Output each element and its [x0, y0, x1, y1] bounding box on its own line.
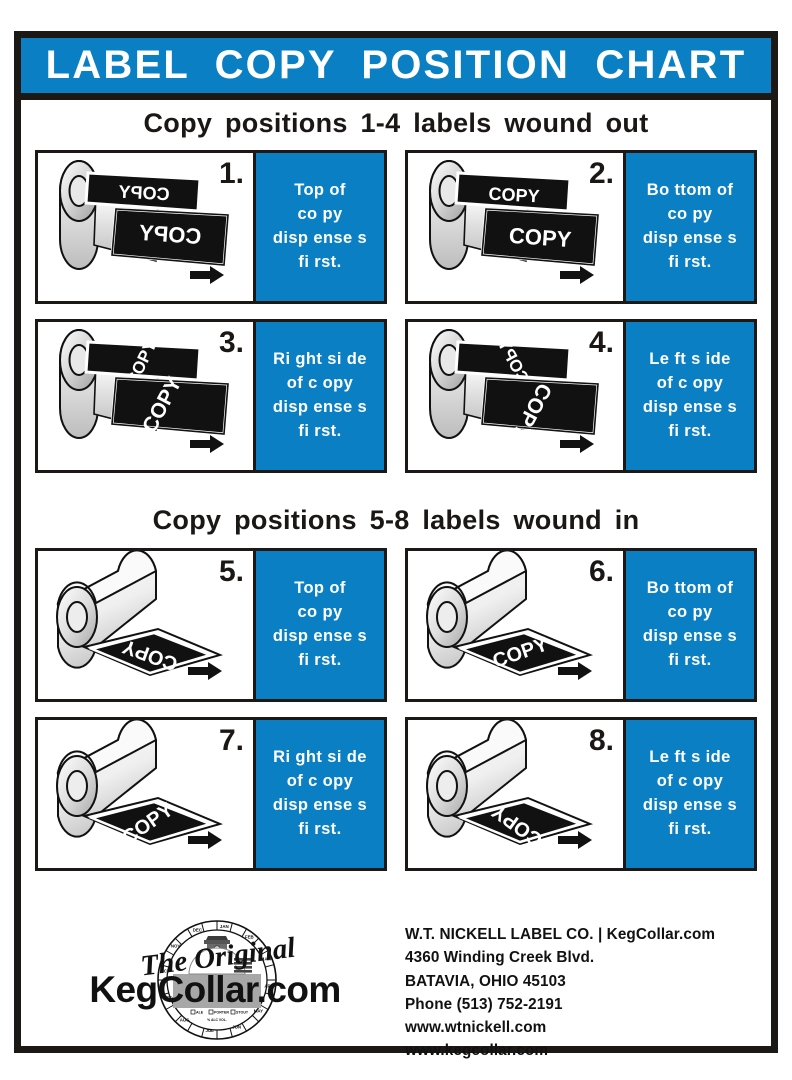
caption-line: disp ense s: [272, 627, 368, 645]
panel-grid-wound-in: 5. COPY Top of co py disp ense s fi rst.…: [35, 548, 757, 871]
caption-line: fi rst.: [668, 819, 712, 838]
caption-line: disp ense s: [272, 229, 368, 247]
panel-3-artwork: 3. COPY COPY: [38, 322, 256, 470]
caption-line: disp ense s: [272, 796, 368, 814]
caption-line: Ri ght si de: [273, 748, 367, 767]
roll-illustration-wound-out: COPY COPY: [429, 329, 600, 453]
roll-illustration-wound-out: COPY COPY: [59, 160, 230, 284]
panel-7-caption: Ri ght si de of c opy disp ense s fi rst…: [256, 720, 384, 868]
caption-line: disp ense s: [642, 627, 738, 645]
panel-6-caption: Bo ttom of co py disp ense s fi rst.: [626, 551, 754, 699]
panel-7-artwork: 7. COPY: [38, 720, 256, 868]
company-phone: Phone (513) 752-2191: [405, 995, 563, 1013]
caption-line: Top of: [294, 579, 346, 598]
company-info-block: W.T. NICKELL LABEL CO. | KegCollar.com 4…: [405, 918, 715, 1063]
section-heading-wound-out: Copy positions 1-4 labels wound out: [143, 108, 649, 138]
panel-6-artwork: 6. COPY: [408, 551, 626, 699]
roll-illustration-wound-in: COPY: [426, 720, 594, 851]
caption-line: fi rst.: [298, 650, 342, 669]
svg-text:JUL: JUL: [206, 1028, 215, 1033]
panel-4[interactable]: 4. COPY COPY Le ft s ide of c opy disp e…: [405, 319, 757, 473]
panel-2[interactable]: 2. COPY COPY Bo ttom of co py disp ense …: [405, 150, 757, 304]
caption-line: Top of: [294, 181, 346, 200]
caption-line: fi rst.: [298, 421, 342, 440]
roll-illustration-wound-out: COPY COPY: [429, 160, 600, 284]
panel-1-artwork: 1. COPY COPY: [38, 153, 256, 301]
svg-text:PORTER: PORTER: [214, 1011, 229, 1015]
caption-line: fi rst.: [668, 421, 712, 440]
company-city-state-zip: BATAVIA, OHIO 45103: [405, 972, 566, 990]
panel-1-caption: Top of co py disp ense s fi rst.: [256, 153, 384, 301]
caption-line: disp ense s: [272, 398, 368, 416]
panel-8-artwork: 8. COPY: [408, 720, 626, 868]
roll-illustration-wound-in: COPY: [56, 551, 224, 680]
svg-text:JUN: JUN: [232, 1025, 241, 1030]
company-street: 4360 Winding Creek Blvd.: [405, 949, 595, 967]
panel-2-artwork: 2. COPY COPY: [408, 153, 626, 301]
kegcollar-logo[interactable]: JAN FEB MAR APR MAY JUN JUL AUG SEP OCT …: [47, 918, 387, 1046]
panel-grid-wound-out: 1. COPY COPY Top of co py disp ense s fi…: [35, 150, 757, 473]
svg-text:COPY: COPY: [138, 220, 202, 249]
caption-line: Ri ght si de: [273, 350, 367, 369]
roll-illustration-wound-in: COPY: [56, 720, 224, 849]
caption-line: co py: [297, 603, 343, 622]
svg-text:JAN: JAN: [220, 924, 229, 929]
section-heading-wound-in: Copy positions 5-8 labels wound in: [152, 505, 640, 535]
caption-line: of c opy: [286, 374, 354, 393]
svg-text:AUG: AUG: [180, 1017, 190, 1022]
header-banner: LABEL COPY POSITION CHART: [21, 38, 771, 100]
caption-line: Le ft s ide: [649, 748, 731, 767]
caption-line: fi rst.: [298, 252, 342, 271]
company-name: W.T. NICKELL LABEL CO. | KegCollar.com: [405, 926, 716, 943]
footer: JAN FEB MAR APR MAY JUN JUL AUG SEP OCT …: [21, 918, 771, 1059]
caption-line: Bo ttom of: [646, 181, 734, 200]
roll-illustration-wound-in: COPY: [426, 551, 594, 680]
caption-line: disp ense s: [642, 398, 738, 416]
caption-line: of c opy: [656, 374, 724, 393]
kegcollar-logo-svg: JAN FEB MAR APR MAY JUN JUL AUG SEP OCT …: [89, 920, 341, 1040]
svg-text:COPY: COPY: [508, 223, 572, 252]
svg-text:DEC: DEC: [193, 927, 203, 932]
panel-5[interactable]: 5. COPY Top of co py disp ense s fi rst.: [35, 548, 387, 702]
panel-3[interactable]: 3. COPY COPY Ri ght si de of c opy disp …: [35, 319, 387, 473]
caption-line: disp ense s: [642, 229, 738, 247]
svg-text:COPY: COPY: [118, 182, 170, 205]
panel-4-artwork: 4. COPY COPY: [408, 322, 626, 470]
caption-line: fi rst.: [668, 252, 712, 271]
svg-text:STOUT: STOUT: [236, 1011, 249, 1015]
panel-6[interactable]: 6. COPY Bo ttom of co py disp ense s fi …: [405, 548, 757, 702]
caption-line: disp ense s: [642, 796, 738, 814]
caption-line: fi rst.: [298, 819, 342, 838]
caption-line: fi rst.: [668, 650, 712, 669]
svg-text:ALE: ALE: [196, 1011, 204, 1015]
logo-wordmark: KegCollar.com: [89, 969, 340, 1010]
panel-8[interactable]: 8. COPY Le ft s ide of c opy disp ense s…: [405, 717, 757, 871]
panel-1[interactable]: 1. COPY COPY Top of co py disp ense s fi…: [35, 150, 387, 304]
panel-4-caption: Le ft s ide of c opy disp ense s fi rst.: [626, 322, 754, 470]
panel-5-artwork: 5. COPY: [38, 551, 256, 699]
svg-text:% ALC VOL.: % ALC VOL.: [207, 1018, 227, 1022]
caption-line: Bo ttom of: [646, 579, 734, 598]
panel-7[interactable]: 7. COPY Ri ght si de of c opy disp ense …: [35, 717, 387, 871]
roll-illustration-wound-out: COPY COPY: [59, 329, 230, 453]
caption-line: of c opy: [286, 772, 354, 791]
panel-2-caption: Bo ttom of co py disp ense s fi rst.: [626, 153, 754, 301]
svg-text:COPY: COPY: [488, 184, 540, 207]
page-title: LABEL COPY POSITION CHART: [45, 43, 747, 87]
panel-8-caption: Le ft s ide of c opy disp ense s fi rst.: [626, 720, 754, 868]
company-website-kegcollar[interactable]: www.kegcollar.com: [405, 1039, 715, 1062]
chart-page-frame: LABEL COPY POSITION CHART Copy positions…: [14, 31, 778, 1059]
panel-5-caption: Top of co py disp ense s fi rst.: [256, 551, 384, 699]
caption-line: of c opy: [656, 772, 724, 791]
company-website-wtnickell[interactable]: www.wtnickell.com: [405, 1016, 715, 1039]
caption-line: co py: [667, 205, 713, 224]
caption-line: Le ft s ide: [649, 350, 731, 369]
panel-3-caption: Ri ght si de of c opy disp ense s fi rst…: [256, 322, 384, 470]
caption-line: co py: [297, 205, 343, 224]
caption-line: co py: [667, 603, 713, 622]
